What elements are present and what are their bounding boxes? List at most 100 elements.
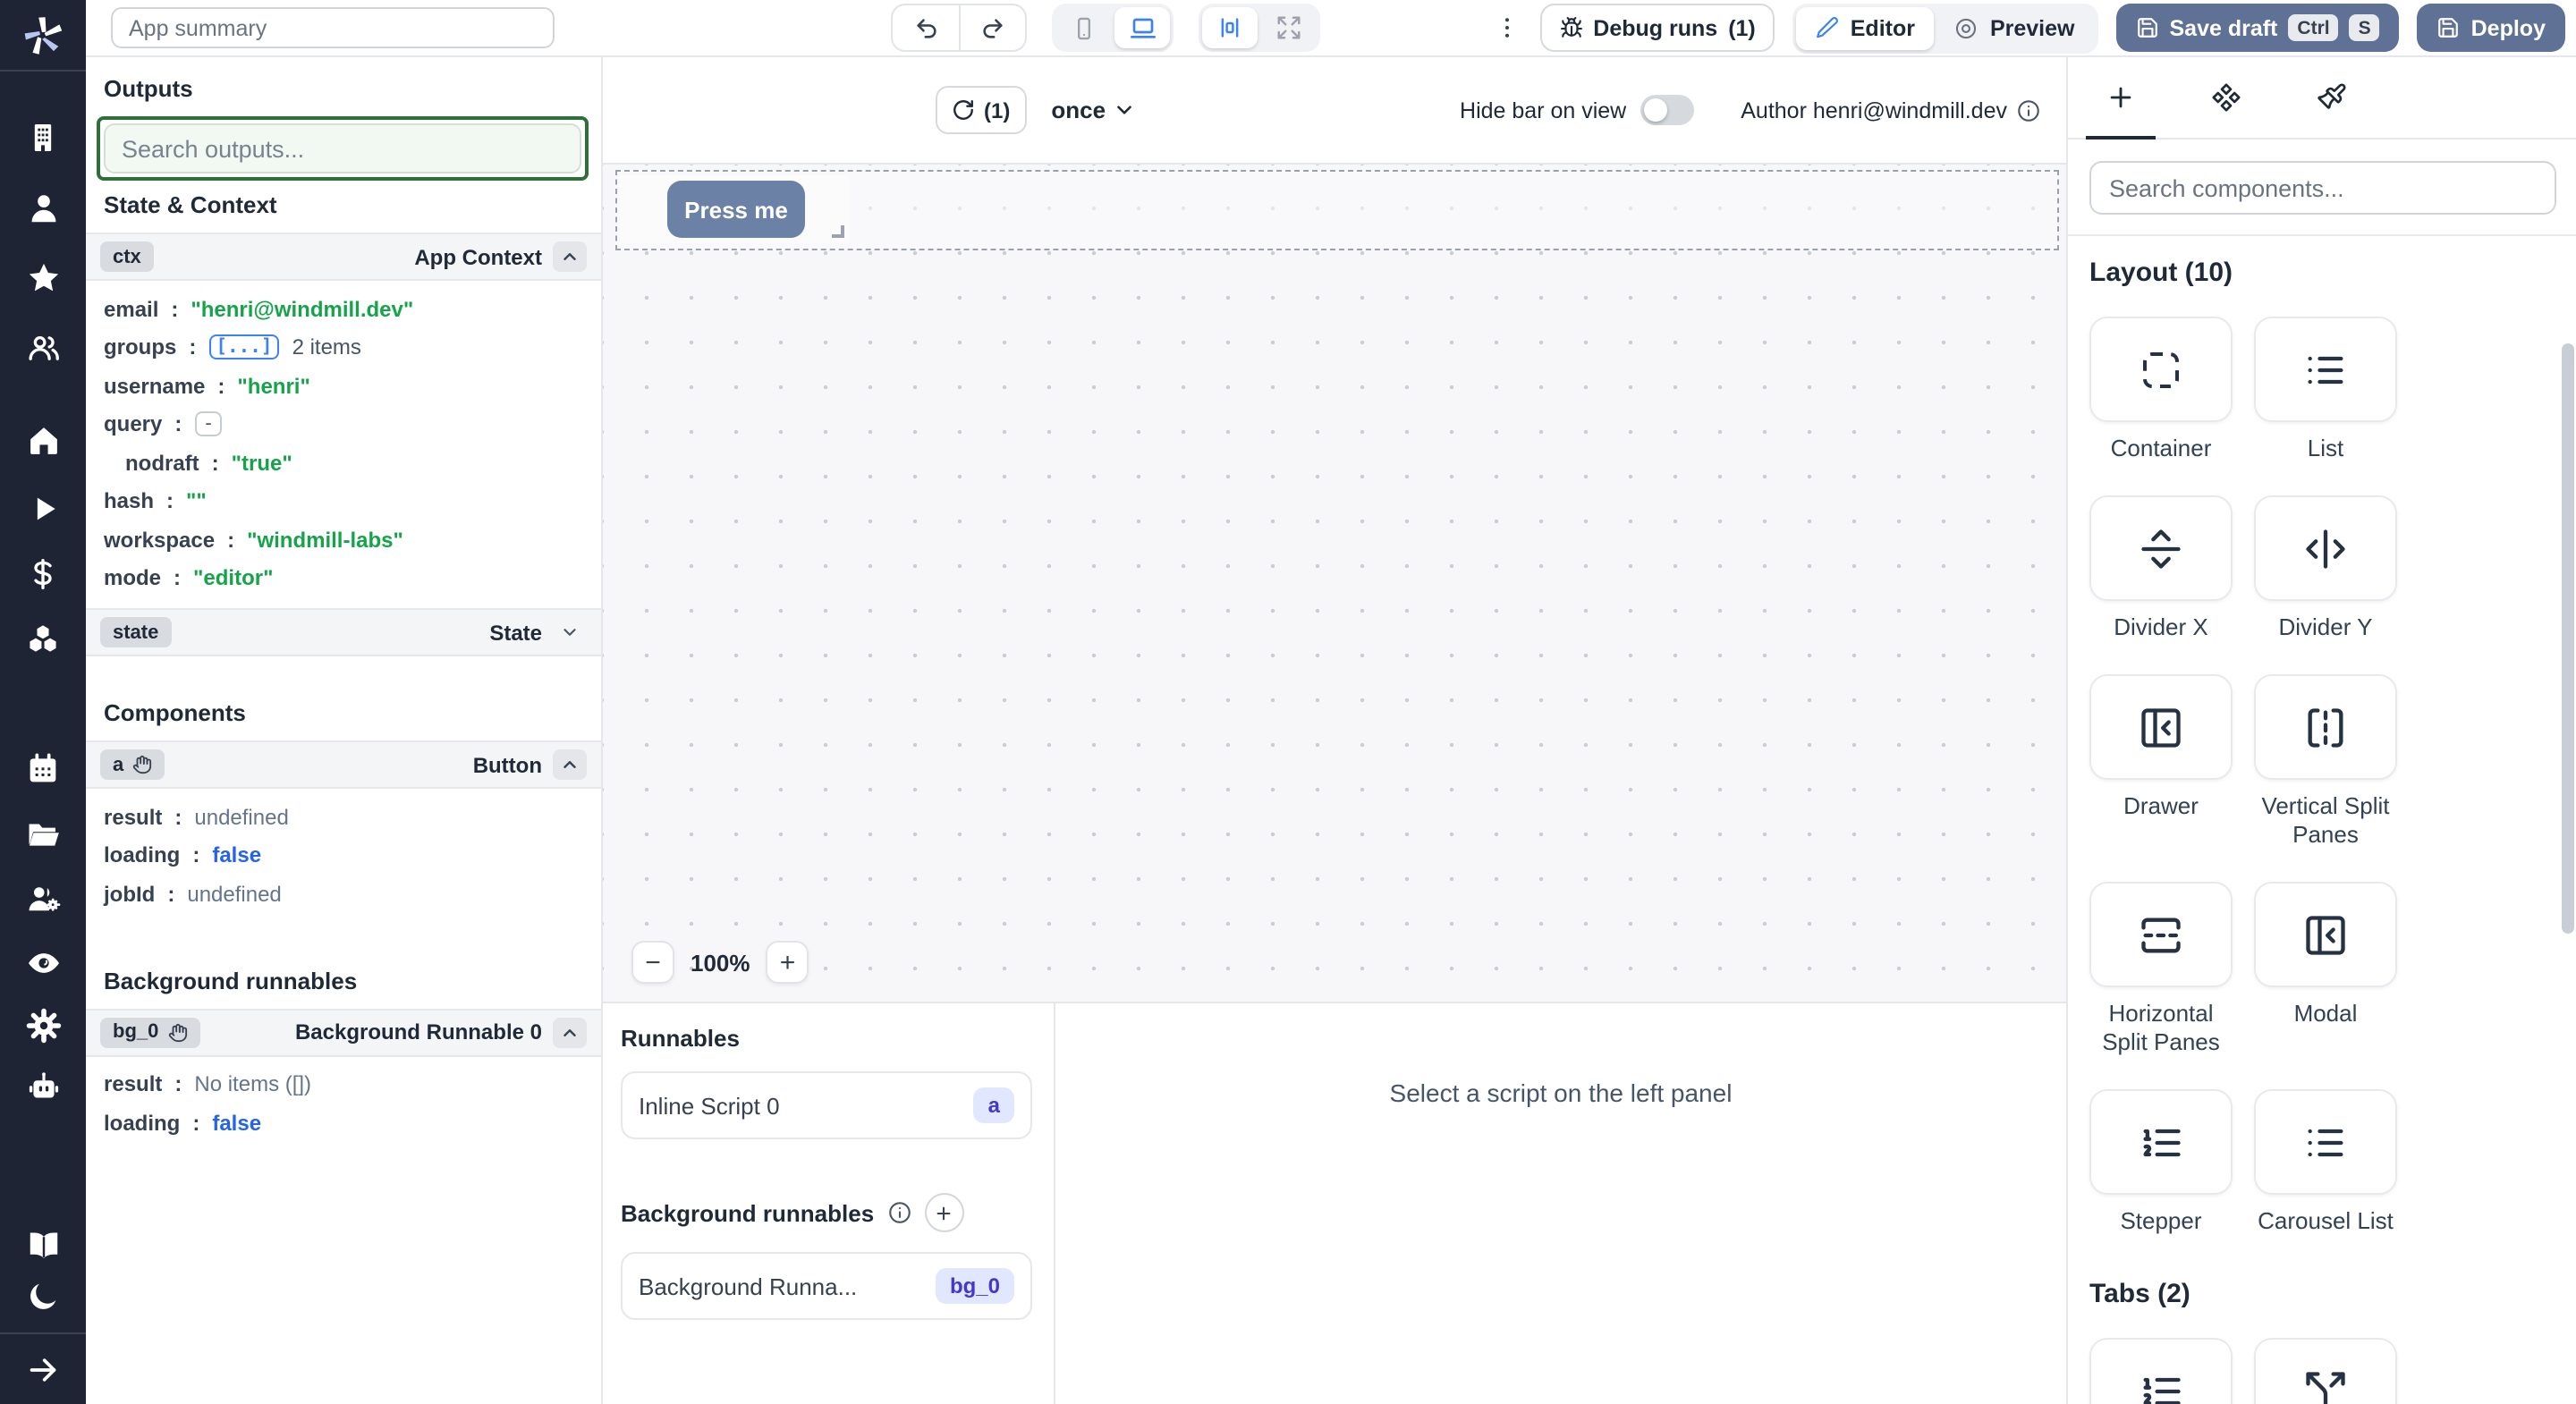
redo-button[interactable] bbox=[959, 5, 1025, 50]
collapse-bg-runnable[interactable] bbox=[553, 1017, 587, 1047]
desktop-view-button[interactable] bbox=[1114, 7, 1170, 48]
dollar-icon[interactable] bbox=[23, 554, 63, 594]
inline-script-item[interactable]: Inline Script 0 a bbox=[621, 1071, 1032, 1139]
zoom-out-button[interactable]: − bbox=[631, 941, 674, 984]
refresh-button[interactable]: (1) bbox=[936, 86, 1027, 134]
button-component-header[interactable]: a Button bbox=[86, 740, 601, 789]
preview-tab[interactable]: Preview bbox=[1935, 6, 2095, 49]
book-open-icon[interactable] bbox=[23, 1225, 63, 1264]
ctx-section-header[interactable]: ctx App Context bbox=[86, 233, 601, 281]
center-layout-button[interactable] bbox=[1202, 7, 1258, 48]
play-icon[interactable] bbox=[23, 488, 63, 528]
app-summary-input[interactable] bbox=[111, 7, 555, 48]
expand-array-button[interactable]: [...] bbox=[208, 334, 280, 360]
mobile-view-button[interactable] bbox=[1055, 7, 1111, 48]
kv-row: hash: "" bbox=[104, 488, 207, 514]
collapse-arrow-icon[interactable] bbox=[23, 1350, 63, 1390]
state-badge: state bbox=[100, 617, 172, 647]
kv-row: username: "henri" bbox=[104, 373, 310, 399]
tab-insert-component[interactable] bbox=[2068, 57, 2174, 140]
save-draft-button[interactable]: Save draft Ctrl S bbox=[2115, 4, 2400, 52]
app-canvas[interactable]: Press me − 100% + bbox=[603, 165, 2066, 1002]
kv-row: result: undefined bbox=[104, 804, 289, 830]
component-card-divider-x[interactable]: Divider X bbox=[2089, 495, 2233, 642]
component-card-horizontal-split[interactable]: Horizontal Split Panes bbox=[2089, 882, 2233, 1057]
pencil-icon bbox=[1817, 17, 1839, 38]
divider-x-icon bbox=[2141, 529, 2181, 568]
expand-state-button[interactable] bbox=[553, 617, 587, 647]
fullscreen-button[interactable] bbox=[1261, 7, 1317, 48]
component-card-container[interactable]: Container bbox=[2089, 317, 2233, 463]
home-icon[interactable] bbox=[23, 420, 63, 460]
settings-gear-icon[interactable] bbox=[23, 1005, 63, 1045]
windmill-logo-icon[interactable] bbox=[20, 13, 66, 59]
background-runnables-heading: Background runnables bbox=[104, 967, 358, 994]
search-components-input[interactable] bbox=[2089, 161, 2556, 215]
runnables-editor-panel: Runnables Inline Script 0 a Background r… bbox=[603, 1002, 2066, 1404]
debug-runs-button[interactable]: Debug runs (1) bbox=[1539, 4, 1775, 52]
components-heading: Components bbox=[104, 699, 246, 726]
state-section-header[interactable]: state State bbox=[86, 608, 601, 656]
deploy-button[interactable]: Deploy bbox=[2417, 4, 2565, 52]
boxes-icon[interactable] bbox=[23, 621, 63, 660]
refresh-mode-dropdown[interactable]: once bbox=[1051, 97, 1136, 123]
horizontal-split-icon bbox=[2141, 917, 2181, 952]
search-outputs-input[interactable] bbox=[104, 123, 581, 173]
hide-bar-toggle[interactable] bbox=[1640, 95, 1695, 125]
users-icon[interactable] bbox=[23, 327, 63, 367]
press-me-button[interactable]: Press me bbox=[667, 181, 805, 238]
component-card-conditional-tabs[interactable] bbox=[2254, 1338, 2397, 1404]
star-icon[interactable] bbox=[23, 258, 63, 297]
tabs-components-grid bbox=[2089, 1338, 2555, 1404]
info-icon bbox=[2018, 99, 2039, 121]
building-icon[interactable] bbox=[23, 118, 63, 157]
author-info: Author henri@windmill.dev bbox=[1741, 97, 2041, 123]
expand-object-button[interactable]: - bbox=[194, 411, 223, 437]
user-icon[interactable] bbox=[23, 188, 63, 227]
collapse-button-component[interactable] bbox=[553, 749, 587, 780]
kv-row: mode: "editor" bbox=[104, 565, 274, 591]
button-component-cell[interactable]: Press me bbox=[621, 175, 850, 243]
kv-row: workspace: "windmill-labs" bbox=[104, 527, 403, 553]
component-card-carousel-list[interactable]: Carousel List bbox=[2254, 1089, 2397, 1236]
zoom-in-button[interactable]: + bbox=[766, 941, 809, 984]
device-toggle-group bbox=[1052, 4, 1174, 52]
collapse-ctx-button[interactable] bbox=[553, 241, 587, 272]
ctx-label: App Context bbox=[414, 244, 542, 269]
editor-preview-toggle: Editor Preview bbox=[1792, 3, 2098, 53]
chevron-up-icon bbox=[564, 1028, 576, 1036]
resize-handle[interactable] bbox=[832, 225, 844, 238]
more-menu-icon[interactable] bbox=[1493, 14, 1521, 41]
editor-tab[interactable]: Editor bbox=[1796, 6, 1935, 49]
add-background-runnable-button[interactable] bbox=[924, 1193, 964, 1232]
component-card-modal[interactable]: Modal bbox=[2254, 882, 2397, 1057]
bot-icon[interactable] bbox=[23, 1068, 63, 1107]
debug-runs-count: (1) bbox=[1728, 15, 1756, 40]
bg-runnable-header[interactable]: bg_0 Background Runnable 0 bbox=[86, 1008, 601, 1056]
component-card-stepper[interactable]: Stepper bbox=[2089, 1089, 2233, 1236]
script-editor-empty-state: Select a script on the left panel bbox=[1389, 1078, 1733, 1107]
component-card-tabs[interactable] bbox=[2089, 1338, 2233, 1404]
folder-open-icon[interactable] bbox=[23, 814, 63, 853]
component-card-divider-y[interactable]: Divider Y bbox=[2254, 495, 2397, 642]
right-panel-scrollbar[interactable] bbox=[2562, 343, 2574, 934]
users-settings-icon[interactable] bbox=[23, 878, 63, 918]
background-runnable-item[interactable]: Background Runna... bg_0 bbox=[621, 1252, 1032, 1320]
bg-runnable-entries: result: No items ([]) loading: false bbox=[86, 1056, 601, 1153]
component-card-vertical-split[interactable]: Vertical Split Panes bbox=[2254, 674, 2397, 850]
plus-icon bbox=[936, 1205, 951, 1220]
selected-grid-row[interactable]: Press me bbox=[615, 170, 2059, 250]
calendar-icon[interactable] bbox=[23, 749, 63, 789]
tab-theme-styling[interactable] bbox=[2279, 57, 2385, 138]
undo-button[interactable] bbox=[893, 5, 959, 50]
component-card-drawer[interactable]: Drawer bbox=[2089, 674, 2233, 850]
eye-icon[interactable] bbox=[23, 943, 63, 982]
chevron-down-icon bbox=[1117, 106, 1131, 114]
plus-icon bbox=[2110, 87, 2131, 108]
component-card-list[interactable]: List bbox=[2254, 317, 2397, 463]
canvas-zoom-controls: − 100% + bbox=[631, 941, 809, 984]
search-outputs-wrapper bbox=[97, 116, 589, 181]
ctx-entries: email: "henri@windmill.dev" groups: [...] 2… bbox=[86, 281, 601, 608]
tab-component-settings[interactable] bbox=[2174, 57, 2279, 138]
dark-mode-moon-icon[interactable] bbox=[23, 1277, 63, 1316]
